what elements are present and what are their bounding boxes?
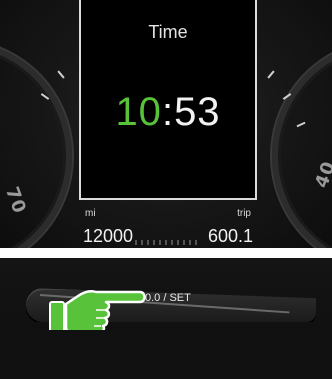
gauge-tick	[267, 70, 275, 79]
pointing-hand-icon	[49, 289, 146, 334]
trip-label: trip	[237, 208, 251, 219]
odometer-unit: mi	[85, 208, 96, 219]
clock-minutes: 53	[174, 90, 221, 134]
instrument-cluster: 70 40 Time 10:53 mi trip 12000 600.1	[0, 0, 332, 248]
multifunction-display: Time 10:53	[79, 0, 257, 200]
tick-marks	[135, 240, 201, 245]
display-title: Time	[148, 22, 188, 42]
lower-panel	[0, 330, 332, 379]
clock-separator: :	[161, 90, 175, 134]
odometer-bar: mi trip 12000 600.1	[79, 205, 257, 248]
divider	[0, 248, 332, 258]
left-gauge	[0, 40, 72, 248]
clock-hours: 10	[115, 90, 162, 134]
trip-value: 600.1	[207, 226, 253, 246]
odometer-value: 12000	[83, 226, 134, 246]
clock-readout: 10:53	[81, 90, 255, 135]
reset-set-button[interactable]: 0.0 / SET	[145, 292, 191, 304]
right-gauge	[272, 40, 332, 248]
gauge-tick	[57, 70, 65, 79]
